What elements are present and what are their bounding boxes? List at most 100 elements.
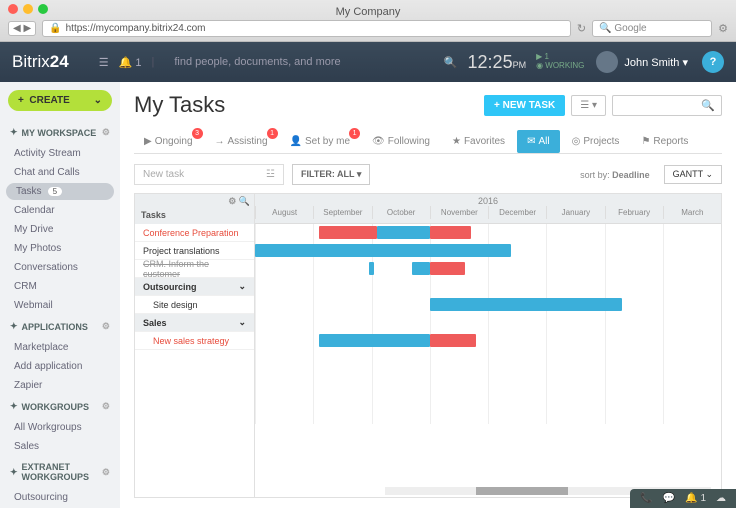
filter-button[interactable]: FILTER: ALL ▾ bbox=[292, 164, 370, 185]
gantt-row-label[interactable]: Conference Preparation bbox=[135, 224, 254, 242]
new-task-button[interactable]: + NEW TASK bbox=[484, 95, 565, 116]
view-selector[interactable]: GANTT ⌄ bbox=[664, 165, 722, 184]
tab-icon: ✉ bbox=[527, 136, 535, 147]
tab[interactable]: → Assisting1 bbox=[205, 130, 278, 153]
gantt-bar[interactable] bbox=[377, 226, 429, 239]
close-icon[interactable] bbox=[8, 4, 18, 14]
divider: | bbox=[151, 56, 154, 68]
global-search[interactable]: find people, documents, and more bbox=[174, 56, 434, 68]
form-icon: ☳ bbox=[266, 169, 275, 180]
tasks-column-header: ⚙ 🔍 Tasks bbox=[135, 194, 254, 224]
tab[interactable]: ⚑ Reports bbox=[631, 130, 698, 153]
month-label: August bbox=[255, 206, 313, 219]
create-button[interactable]: + CREATE⌄ bbox=[8, 90, 112, 111]
gantt-bar[interactable] bbox=[319, 226, 377, 239]
sidebar-item[interactable]: CRM bbox=[0, 277, 120, 296]
task-tabs: ▶ Ongoing3→ Assisting1👤 Set by me1👁 Foll… bbox=[134, 130, 722, 154]
avatar[interactable] bbox=[596, 51, 618, 73]
sort-value[interactable]: Deadline bbox=[612, 170, 650, 180]
sidebar-item[interactable]: Sales bbox=[0, 437, 120, 456]
tab-icon: 👤 bbox=[290, 136, 302, 147]
sidebar-section[interactable]: ✦ EXTRANET WORKGROUPS ⚙ bbox=[0, 456, 120, 488]
minimize-icon[interactable] bbox=[23, 4, 33, 14]
sidebar-item[interactable]: All Workgroups bbox=[0, 418, 120, 437]
badge: 1 bbox=[349, 128, 360, 139]
sidebar-item[interactable]: My Photos bbox=[0, 239, 120, 258]
tab[interactable]: ✉ All bbox=[517, 130, 560, 153]
sidebar-item[interactable]: Add application bbox=[0, 357, 120, 376]
task-search[interactable]: 🔍 bbox=[612, 95, 722, 116]
gear-icon: ⚙ bbox=[102, 401, 110, 412]
sidebar-item[interactable]: Chat and Calls bbox=[0, 163, 120, 182]
gantt-row-label[interactable]: CRM. Inform the customer bbox=[135, 260, 254, 278]
tab[interactable]: ★ Favorites bbox=[442, 130, 515, 153]
sidebar-item[interactable]: Conversations bbox=[0, 258, 120, 277]
reload-icon[interactable]: ↻ bbox=[577, 22, 586, 35]
chevron-down-icon: ⌄ bbox=[94, 95, 102, 106]
notif-icon[interactable]: 🔔 1 bbox=[119, 56, 142, 69]
gantt-row-label[interactable]: New sales strategy bbox=[135, 332, 254, 350]
work-status[interactable]: ▶ 1◉ WORKING bbox=[536, 53, 584, 71]
gantt-bar[interactable] bbox=[430, 226, 471, 239]
maximize-icon[interactable] bbox=[38, 4, 48, 14]
search-icon[interactable]: 🔍 bbox=[444, 56, 458, 69]
badge: 1 bbox=[267, 128, 278, 139]
sidebar-section[interactable]: ✦ MY WORKSPACE ⚙ bbox=[0, 121, 120, 144]
scrollbar-thumb[interactable] bbox=[476, 487, 567, 495]
sidebar-item[interactable]: My Drive bbox=[0, 220, 120, 239]
gantt-bar[interactable] bbox=[255, 244, 511, 257]
gantt-bar[interactable] bbox=[412, 262, 429, 275]
user-name[interactable]: John Smith ▾ bbox=[624, 56, 688, 69]
search-icon[interactable]: 🔍 bbox=[239, 196, 250, 206]
gear-icon[interactable]: ⚙ bbox=[228, 196, 236, 206]
gantt-row-label[interactable]: Sales⌄ bbox=[135, 314, 254, 332]
sidebar-section[interactable]: ✦ APPLICATIONS ⚙ bbox=[0, 315, 120, 338]
tab[interactable]: ◎ Projects bbox=[562, 130, 630, 153]
notif-icon[interactable]: 🔔 1 bbox=[685, 493, 706, 504]
nav-buttons[interactable]: ◀ ▶ bbox=[8, 21, 36, 36]
browser-search[interactable]: 🔍 Google bbox=[592, 20, 712, 37]
gantt-row-label[interactable]: Site design bbox=[135, 296, 254, 314]
url-input[interactable]: 🔒 https://mycompany.bitrix24.com bbox=[42, 20, 571, 37]
gantt-bar[interactable] bbox=[430, 262, 465, 275]
sidebar-section[interactable]: ✦ WORKGROUPS ⚙ bbox=[0, 395, 120, 418]
month-label: October bbox=[372, 206, 430, 219]
gantt-row-label[interactable]: Outsourcing⌄ bbox=[135, 278, 254, 296]
tab-icon: ⚑ bbox=[641, 136, 650, 147]
gantt-bar[interactable] bbox=[430, 298, 622, 311]
gantt-bar[interactable] bbox=[430, 334, 477, 347]
month-label: February bbox=[605, 206, 663, 219]
sidebar-item[interactable]: Outsourcing bbox=[0, 488, 120, 507]
cloud-icon[interactable]: ☁ bbox=[716, 493, 726, 504]
browser-chrome: My Company ◀ ▶ 🔒 https://mycompany.bitri… bbox=[0, 0, 736, 42]
sidebar-item[interactable]: Marketplace bbox=[0, 338, 120, 357]
sidebar-item[interactable]: Calendar bbox=[0, 201, 120, 220]
chevron-down-icon: ⌄ bbox=[238, 281, 246, 292]
month-label: January bbox=[546, 206, 604, 219]
chat-icon[interactable]: 💬 bbox=[663, 493, 675, 504]
view-settings-button[interactable]: ☰ ▾ bbox=[571, 95, 606, 116]
badge: 3 bbox=[192, 128, 203, 139]
sidebar-item[interactable]: Activity Stream bbox=[0, 144, 120, 163]
tab-icon: → bbox=[215, 136, 225, 147]
phone-icon[interactable]: 📞 bbox=[640, 493, 652, 504]
help-icon[interactable]: ? bbox=[702, 51, 724, 73]
tab[interactable]: ▶ Ongoing3 bbox=[134, 130, 203, 153]
settings-icon[interactable]: ⚙ bbox=[718, 22, 728, 35]
tab-icon: ★ bbox=[452, 136, 461, 147]
new-task-input[interactable]: New task☳ bbox=[134, 164, 284, 185]
sidebar-item[interactable]: Tasks5 bbox=[6, 183, 114, 200]
gantt-chart: ⚙ 🔍 Tasks Conference PreparationProject … bbox=[134, 193, 722, 498]
tab-icon: ▶ bbox=[144, 136, 152, 147]
logo[interactable]: Bitrix24 bbox=[12, 52, 69, 72]
sidebar-item[interactable]: Zapier bbox=[0, 376, 120, 395]
tab[interactable]: 👁 Following bbox=[362, 130, 440, 153]
gantt-row-label[interactable]: Project translations bbox=[135, 242, 254, 260]
gantt-bar[interactable] bbox=[369, 262, 375, 275]
sidebar-item[interactable]: Webmail bbox=[0, 296, 120, 315]
gantt-bar[interactable] bbox=[319, 334, 430, 347]
menu-icon[interactable]: ☰ bbox=[99, 56, 109, 69]
month-label: November bbox=[430, 206, 488, 219]
tab[interactable]: 👤 Set by me1 bbox=[280, 130, 360, 153]
gantt-grid[interactable] bbox=[255, 224, 721, 424]
